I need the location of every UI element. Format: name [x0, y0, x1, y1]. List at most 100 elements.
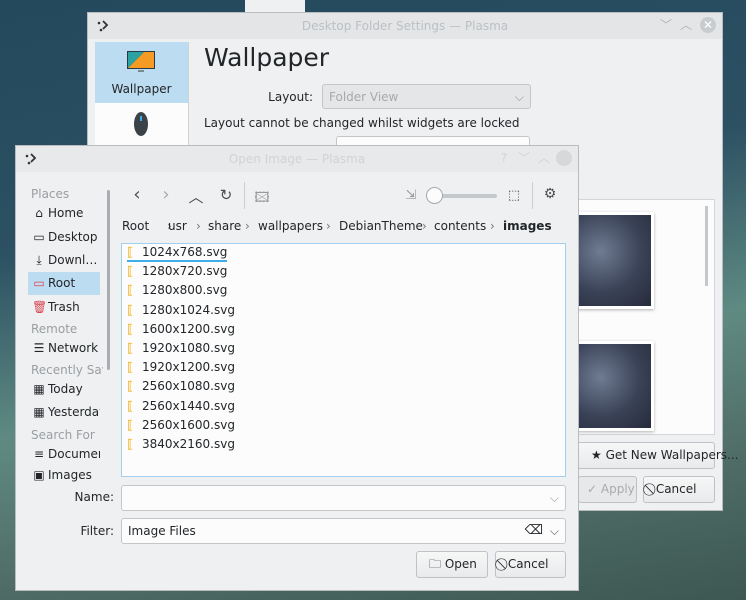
- place-label: Today: [48, 382, 83, 396]
- close-button[interactable]: ✕: [700, 17, 716, 33]
- zoom-out-icon[interactable]: ⇲: [401, 188, 421, 203]
- document-icon: ≡: [33, 447, 45, 461]
- svg-file-icon: ⟦: [127, 283, 133, 298]
- maximize-button[interactable]: ︿: [536, 150, 552, 166]
- zoom-slider[interactable]: [426, 187, 497, 204]
- chevron-down-icon[interactable]: ⌵: [550, 486, 559, 510]
- folder-icon: 🗀: [429, 557, 445, 571]
- preview-toggle-button[interactable]: 🖾: [252, 187, 272, 211]
- calendar-icon: ▦: [33, 382, 45, 396]
- zoom-in-icon[interactable]: ⬚: [504, 188, 524, 203]
- dialog-cancel-button[interactable]: ⃠ Cancel: [495, 551, 566, 578]
- chevron-right-icon: ›: [245, 219, 250, 233]
- filter-input[interactable]: Image Files ⌫ ⌵: [121, 518, 566, 544]
- toolbar-separator: [244, 182, 245, 209]
- help-button[interactable]: ?: [496, 150, 512, 166]
- chevron-down-icon: ⌵: [514, 90, 524, 104]
- file-item[interactable]: ⟦ 1600x1200.svg: [127, 320, 235, 339]
- crumb-usr[interactable]: usr: [168, 219, 187, 233]
- crumb-images[interactable]: images: [503, 219, 552, 233]
- file-item[interactable]: ⟦ 2560x1080.svg: [127, 377, 235, 396]
- place-home[interactable]: ⌂ Home: [28, 202, 100, 225]
- layout-combo[interactable]: Folder View ⌵: [322, 84, 531, 109]
- file-item[interactable]: ⟦ 1920x1200.svg: [127, 358, 235, 377]
- place-network[interactable]: ☰ Network: [28, 337, 100, 360]
- place-documents[interactable]: ≡Documents: [28, 443, 100, 466]
- titlebar: Open Image — Plasma ? ﹀ ︿: [16, 146, 578, 172]
- file-item[interactable]: ⟦ 1280x720.svg: [127, 262, 227, 281]
- chevron-down-icon[interactable]: ⌵: [550, 519, 559, 543]
- places-scrollbar[interactable]: [107, 190, 110, 370]
- place-downloads[interactable]: ⤓ Downloads: [28, 249, 100, 272]
- minimize-button[interactable]: ﹀: [658, 17, 674, 33]
- place-today[interactable]: ▦ Today: [28, 378, 100, 401]
- options-icon[interactable]: ⚙: [540, 186, 560, 202]
- file-item[interactable]: ⟦ 2560x1600.svg: [127, 416, 235, 435]
- up-button[interactable]: ︿: [186, 186, 206, 207]
- place-label: Documents: [48, 447, 100, 461]
- layout-value: Folder View: [329, 90, 399, 104]
- wallpaper-thumbnail[interactable]: [576, 212, 654, 309]
- button-label: Cancel: [655, 482, 697, 496]
- crumb-contents[interactable]: contents: [434, 219, 486, 233]
- svg-file-icon: ⟦: [127, 360, 133, 375]
- button-label: Open: [444, 557, 477, 571]
- file-item[interactable]: ⟦ 1280x800.svg: [127, 281, 227, 300]
- image-icon: ▣: [33, 468, 45, 482]
- apply-button[interactable]: ✓ Apply: [578, 476, 637, 503]
- sidebar-item-wallpaper[interactable]: Wallpaper: [95, 42, 188, 103]
- close-button[interactable]: [556, 150, 572, 166]
- place-images[interactable]: ▣ Images: [28, 465, 100, 485]
- file-item[interactable]: ⟦ 1920x1080.svg: [127, 339, 235, 358]
- place-label: Yesterday: [48, 405, 100, 419]
- crumb-share[interactable]: share: [208, 219, 241, 233]
- file-item[interactable]: ⟦ 1280x1024.svg: [127, 301, 235, 320]
- cancel-button[interactable]: ⃠ Cancel: [643, 476, 715, 503]
- maximize-button[interactable]: ︿: [678, 17, 694, 33]
- reload-button[interactable]: ↻: [216, 186, 236, 204]
- download-icon: ⤓: [36, 253, 42, 267]
- name-label: Name:: [74, 490, 114, 504]
- svg-file-icon: ⟦: [127, 302, 133, 317]
- place-label: Trash: [48, 300, 80, 314]
- plasma-logo-icon: [25, 153, 37, 165]
- svg-file-icon: ⟦: [127, 245, 133, 259]
- crumb-debiantheme[interactable]: DebianTheme: [339, 219, 423, 233]
- place-label: Downloads: [48, 253, 100, 267]
- chevron-right-icon: ›: [326, 219, 331, 233]
- button-label: Apply: [600, 482, 635, 496]
- place-root[interactable]: ▭ Root: [28, 272, 100, 295]
- zoom-slider-handle[interactable]: [426, 187, 443, 204]
- file-name: 1280x720.svg: [142, 264, 228, 279]
- titlebar: Desktop Folder Settings — Plasma ﹀ ︿ ✕: [88, 13, 722, 39]
- place-label: Home: [48, 206, 84, 220]
- svg-file-icon: ⟦: [127, 417, 133, 432]
- file-item[interactable]: ⟦ 1024x768.svg: [127, 243, 228, 262]
- button-label: Cancel: [507, 557, 549, 571]
- file-item[interactable]: ⟦ 2560x1440.svg: [127, 397, 235, 416]
- file-name: 1024x768.svg: [142, 245, 228, 259]
- place-yesterday[interactable]: ▦Yesterday: [28, 401, 100, 424]
- name-input[interactable]: ⌵: [121, 485, 566, 511]
- forward-button[interactable]: ›: [156, 184, 176, 205]
- open-button[interactable]: 🗀 Open: [416, 551, 488, 578]
- place-trash[interactable]: 🗑 Trash: [28, 296, 100, 319]
- file-item[interactable]: ⟦ 3840x2160.svg: [127, 435, 235, 454]
- back-button[interactable]: ‹: [127, 184, 147, 205]
- crumb-root[interactable]: Root: [122, 219, 149, 233]
- wallpaper-grid[interactable]: [575, 199, 715, 435]
- plasma-logo-icon: [97, 20, 109, 32]
- file-name: 1920x1200.svg: [142, 360, 235, 375]
- sidebar-item-mouse[interactable]: [95, 104, 188, 144]
- wallpaper-thumbnail[interactable]: [576, 341, 654, 431]
- desktop-icon: ▭: [33, 230, 45, 244]
- file-name: 2560x1440.svg: [142, 398, 235, 413]
- clear-icon[interactable]: ⌫: [525, 519, 543, 543]
- minimize-button[interactable]: ﹀: [516, 150, 532, 166]
- grid-scrollbar[interactable]: [705, 206, 708, 286]
- place-desktop[interactable]: ▭ Desktop: [28, 226, 100, 249]
- svg-file-icon: ⟦: [127, 379, 133, 394]
- get-new-wallpapers-button[interactable]: ★ Get New Wallpapers...: [572, 442, 739, 469]
- chevron-right-icon: ›: [196, 219, 201, 233]
- crumb-wallpapers[interactable]: wallpapers: [258, 219, 323, 233]
